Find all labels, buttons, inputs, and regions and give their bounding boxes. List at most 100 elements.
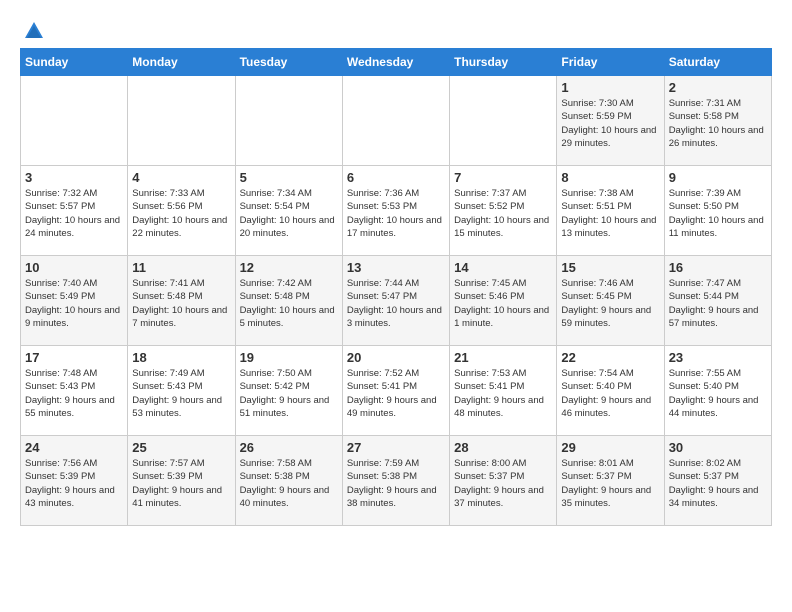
day-number: 16: [669, 260, 767, 275]
day-number: 27: [347, 440, 445, 455]
calendar-cell: [128, 76, 235, 166]
day-info: Sunrise: 7:36 AMSunset: 5:53 PMDaylight:…: [347, 187, 445, 240]
day-header-sunday: Sunday: [21, 49, 128, 76]
calendar-cell: 2 Sunrise: 7:31 AMSunset: 5:58 PMDaylight…: [664, 76, 771, 166]
day-info: Sunrise: 7:45 AMSunset: 5:46 PMDaylight:…: [454, 277, 552, 330]
calendar-cell: 25 Sunrise: 7:57 AMSunset: 5:39 PMDayligh…: [128, 436, 235, 526]
calendar-week-5: 24 Sunrise: 7:56 AMSunset: 5:39 PMDayligh…: [21, 436, 772, 526]
calendar-cell: 4 Sunrise: 7:33 AMSunset: 5:56 PMDaylight…: [128, 166, 235, 256]
calendar-cell: 1 Sunrise: 7:30 AMSunset: 5:59 PMDaylight…: [557, 76, 664, 166]
day-info: Sunrise: 7:47 AMSunset: 5:44 PMDaylight:…: [669, 277, 767, 330]
calendar-cell: 22 Sunrise: 7:54 AMSunset: 5:40 PMDayligh…: [557, 346, 664, 436]
day-number: 14: [454, 260, 552, 275]
calendar-cell: 20 Sunrise: 7:52 AMSunset: 5:41 PMDayligh…: [342, 346, 449, 436]
logo: [20, 20, 46, 38]
page-header: [20, 20, 772, 38]
calendar-cell: 14 Sunrise: 7:45 AMSunset: 5:46 PMDayligh…: [450, 256, 557, 346]
day-info: Sunrise: 7:57 AMSunset: 5:39 PMDaylight:…: [132, 457, 230, 510]
day-number: 9: [669, 170, 767, 185]
day-header-thursday: Thursday: [450, 49, 557, 76]
day-number: 18: [132, 350, 230, 365]
day-info: Sunrise: 7:50 AMSunset: 5:42 PMDaylight:…: [240, 367, 338, 420]
calendar-cell: 19Sunrise: 7:50 AMSunset: 5:42 PMDayligh…: [235, 346, 342, 436]
day-number: 21: [454, 350, 552, 365]
day-number: 2: [669, 80, 767, 95]
day-info: Sunrise: 7:53 AMSunset: 5:41 PMDaylight:…: [454, 367, 552, 420]
day-info: Sunrise: 7:42 AMSunset: 5:48 PMDaylight:…: [240, 277, 338, 330]
calendar-cell: [342, 76, 449, 166]
calendar-cell: 30 Sunrise: 8:02 AMSunset: 5:37 PMDayligh…: [664, 436, 771, 526]
day-info: Sunrise: 7:38 AMSunset: 5:51 PMDaylight:…: [561, 187, 659, 240]
calendar-table: SundayMondayTuesdayWednesdayThursdayFrid…: [20, 48, 772, 526]
day-number: 20: [347, 350, 445, 365]
day-info: Sunrise: 7:52 AMSunset: 5:41 PMDaylight:…: [347, 367, 445, 420]
day-info: Sunrise: 7:49 AMSunset: 5:43 PMDaylight:…: [132, 367, 230, 420]
calendar-cell: 8Sunrise: 7:38 AMSunset: 5:51 PMDaylight…: [557, 166, 664, 256]
day-number: 4: [132, 170, 230, 185]
day-info: Sunrise: 7:54 AMSunset: 5:40 PMDaylight:…: [561, 367, 659, 420]
calendar-cell: 11 Sunrise: 7:41 AMSunset: 5:48 PMDayligh…: [128, 256, 235, 346]
day-number: 11: [132, 260, 230, 275]
calendar-cell: 27 Sunrise: 7:59 AMSunset: 5:38 PMDayligh…: [342, 436, 449, 526]
day-number: 7: [454, 170, 552, 185]
day-number: 28: [454, 440, 552, 455]
day-number: 6: [347, 170, 445, 185]
calendar-cell: 24 Sunrise: 7:56 AMSunset: 5:39 PMDayligh…: [21, 436, 128, 526]
day-info: Sunrise: 7:41 AMSunset: 5:48 PMDaylight:…: [132, 277, 230, 330]
day-info: Sunrise: 7:33 AMSunset: 5:56 PMDaylight:…: [132, 187, 230, 240]
day-number: 1: [561, 80, 659, 95]
calendar-cell: 17 Sunrise: 7:48 AMSunset: 5:43 PMDayligh…: [21, 346, 128, 436]
day-info: Sunrise: 7:37 AMSunset: 5:52 PMDaylight:…: [454, 187, 552, 240]
calendar-cell: 29 Sunrise: 8:01 AMSunset: 5:37 PMDayligh…: [557, 436, 664, 526]
calendar-cell: [450, 76, 557, 166]
day-info: Sunrise: 7:59 AMSunset: 5:38 PMDaylight:…: [347, 457, 445, 510]
day-info: Sunrise: 7:56 AMSunset: 5:39 PMDaylight:…: [25, 457, 123, 510]
day-info: Sunrise: 7:44 AMSunset: 5:47 PMDaylight:…: [347, 277, 445, 330]
calendar-week-4: 17 Sunrise: 7:48 AMSunset: 5:43 PMDayligh…: [21, 346, 772, 436]
calendar-cell: 3Sunrise: 7:32 AMSunset: 5:57 PMDaylight…: [21, 166, 128, 256]
calendar-cell: 15 Sunrise: 7:46 AMSunset: 5:45 PMDayligh…: [557, 256, 664, 346]
day-header-wednesday: Wednesday: [342, 49, 449, 76]
day-number: 24: [25, 440, 123, 455]
calendar-cell: 13 Sunrise: 7:44 AMSunset: 5:47 PMDayligh…: [342, 256, 449, 346]
day-number: 12: [240, 260, 338, 275]
day-info: Sunrise: 7:48 AMSunset: 5:43 PMDaylight:…: [25, 367, 123, 420]
day-info: Sunrise: 8:01 AMSunset: 5:37 PMDaylight:…: [561, 457, 659, 510]
day-number: 26: [240, 440, 338, 455]
day-info: Sunrise: 7:39 AMSunset: 5:50 PMDaylight:…: [669, 187, 767, 240]
day-number: 23: [669, 350, 767, 365]
day-header-saturday: Saturday: [664, 49, 771, 76]
day-number: 25: [132, 440, 230, 455]
day-info: Sunrise: 7:58 AMSunset: 5:38 PMDaylight:…: [240, 457, 338, 510]
calendar-week-1: 1 Sunrise: 7:30 AMSunset: 5:59 PMDaylight…: [21, 76, 772, 166]
day-number: 29: [561, 440, 659, 455]
day-number: 30: [669, 440, 767, 455]
calendar-cell: 9 Sunrise: 7:39 AMSunset: 5:50 PMDaylight…: [664, 166, 771, 256]
day-number: 17: [25, 350, 123, 365]
day-header-friday: Friday: [557, 49, 664, 76]
day-number: 22: [561, 350, 659, 365]
calendar-cell: 18 Sunrise: 7:49 AMSunset: 5:43 PMDayligh…: [128, 346, 235, 436]
calendar-week-2: 3Sunrise: 7:32 AMSunset: 5:57 PMDaylight…: [21, 166, 772, 256]
logo-icon: [23, 20, 45, 42]
day-info: Sunrise: 7:32 AMSunset: 5:57 PMDaylight:…: [25, 187, 123, 240]
day-info: Sunrise: 7:31 AMSunset: 5:58 PMDaylight:…: [669, 97, 767, 150]
calendar-cell: 5Sunrise: 7:34 AMSunset: 5:54 PMDaylight…: [235, 166, 342, 256]
day-number: 13: [347, 260, 445, 275]
day-info: Sunrise: 8:00 AMSunset: 5:37 PMDaylight:…: [454, 457, 552, 510]
calendar-week-3: 10Sunrise: 7:40 AMSunset: 5:49 PMDayligh…: [21, 256, 772, 346]
calendar-cell: 28 Sunrise: 8:00 AMSunset: 5:37 PMDayligh…: [450, 436, 557, 526]
calendar-header-row: SundayMondayTuesdayWednesdayThursdayFrid…: [21, 49, 772, 76]
day-info: Sunrise: 8:02 AMSunset: 5:37 PMDaylight:…: [669, 457, 767, 510]
calendar-cell: [235, 76, 342, 166]
day-number: 15: [561, 260, 659, 275]
calendar-cell: 26 Sunrise: 7:58 AMSunset: 5:38 PMDayligh…: [235, 436, 342, 526]
day-info: Sunrise: 7:46 AMSunset: 5:45 PMDaylight:…: [561, 277, 659, 330]
day-info: Sunrise: 7:55 AMSunset: 5:40 PMDaylight:…: [669, 367, 767, 420]
day-header-monday: Monday: [128, 49, 235, 76]
day-info: Sunrise: 7:40 AMSunset: 5:49 PMDaylight:…: [25, 277, 123, 330]
day-info: Sunrise: 7:30 AMSunset: 5:59 PMDaylight:…: [561, 97, 659, 150]
day-number: 5: [240, 170, 338, 185]
calendar-cell: [21, 76, 128, 166]
day-header-tuesday: Tuesday: [235, 49, 342, 76]
